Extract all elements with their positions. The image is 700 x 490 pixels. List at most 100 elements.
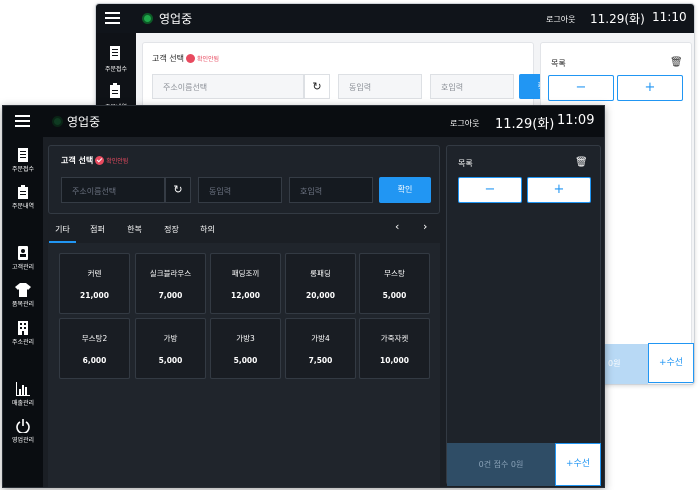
logout-button[interactable]: 로그아웃 [450, 118, 479, 129]
item-card[interactable]: 가죽자켓 10,000 [359, 318, 430, 379]
tab-etc[interactable]: 기타 [49, 219, 76, 243]
clipboard-icon[interactable] [108, 83, 122, 99]
list-panel: 목록 🗑 − + 0건 접수 0원 +수선 [446, 145, 601, 486]
decrease-button[interactable]: − [548, 75, 614, 101]
bar-chart-icon [16, 382, 30, 396]
front-window: 영업중 로그아웃 11.29(화) 11:09 주문접수 주문내역 고객관리 품… [2, 105, 605, 488]
nav-addresses[interactable]: 주소관리 [3, 321, 43, 346]
time-display: 11:10 [652, 10, 687, 24]
status-dot-icon [52, 116, 63, 127]
date-display: 11.29(화) [495, 117, 555, 132]
nav-orders[interactable]: 주문접수 [3, 148, 43, 173]
chevron-left-icon[interactable]: ‹ [395, 220, 399, 233]
top-bar: 영업중 로그아웃 11.29(화) 11:09 [3, 106, 604, 137]
order-total[interactable]: 0건 접수 0원 [447, 443, 555, 486]
hamburger-icon[interactable] [15, 115, 30, 127]
tab-suit[interactable]: 정장 [158, 219, 185, 243]
chevron-right-icon[interactable]: › [423, 220, 427, 233]
item-name: 무스탕2 [81, 334, 108, 343]
nav-sales[interactable]: 매출관리 [3, 382, 43, 407]
tab-jumper[interactable]: 점퍼 [84, 219, 111, 243]
refresh-icon[interactable]: ↻ [165, 177, 191, 203]
trash-icon[interactable]: 🗑 [575, 157, 588, 168]
total-display: 0원 [602, 344, 648, 384]
item-name: 커텐 [87, 269, 102, 278]
trash-icon[interactable]: 🗑 [670, 57, 683, 68]
item-card[interactable]: 가방3 5,000 [210, 318, 281, 379]
repair-add-button[interactable]: +수선 [555, 443, 601, 486]
power-icon [16, 419, 30, 433]
item-price: 20,000 [306, 291, 335, 300]
item-price: 12,000 [231, 291, 260, 300]
item-card[interactable]: 무스탕 5,000 [359, 253, 430, 314]
item-name: 롱패딩 [310, 269, 331, 278]
nav-label: 주문내역 [11, 203, 35, 210]
tab-bottoms[interactable]: 하의 [194, 219, 221, 243]
back-top-bar: 영업중 로그아웃 11.29(화) 11:10 [96, 4, 694, 33]
address-select[interactable]: 주소이름선택 [152, 74, 304, 99]
item-price: 7,500 [308, 356, 333, 365]
contact-icon [18, 246, 28, 260]
item-name: 패딩조끼 [231, 269, 260, 278]
item-price: 21,000 [80, 291, 109, 300]
repair-add-button[interactable]: +수선 [648, 343, 694, 383]
hamburger-icon[interactable] [105, 12, 120, 24]
ho-input[interactable]: 호입력 [430, 74, 514, 99]
customer-card: 고객 선택 확인안됨 주소이름선택 ↻ 동입력 호입력 확인 [48, 145, 440, 214]
back-customer-card: 고객 선택확인안됨 주소이름선택 ↻ 동입력 호입력 확인 [142, 42, 571, 108]
nav-history[interactable]: 주문내역 [3, 185, 43, 210]
time-display: 11:09 [557, 113, 595, 128]
confirm-button[interactable]: 확인 [379, 177, 431, 203]
increase-button[interactable]: + [527, 177, 591, 203]
customer-title: 고객 선택 확인안됨 [61, 155, 128, 166]
logout-button[interactable]: 로그아웃 [546, 14, 575, 25]
decrease-button[interactable]: − [458, 177, 522, 203]
nav-customers[interactable]: 고객관리 [3, 246, 43, 271]
nav-label: 품목관리 [11, 301, 35, 308]
item-name: 가방4 [311, 334, 330, 343]
item-card[interactable]: 실크블라우스 7,000 [135, 253, 206, 314]
item-card[interactable]: 무스탕2 6,000 [59, 318, 130, 379]
check-circle-icon [185, 54, 195, 63]
receipt-icon [18, 148, 28, 162]
tab-hanbok[interactable]: 한복 [121, 219, 148, 243]
item-card[interactable]: 커텐 21,000 [59, 253, 130, 314]
receipt-icon[interactable] [108, 45, 122, 61]
item-price: 5,000 [382, 291, 407, 300]
nav-label: 매출관리 [11, 400, 35, 407]
status-dot-icon [142, 13, 153, 24]
customer-title: 고객 선택 확인안됨 [152, 53, 219, 64]
refresh-icon[interactable]: ↻ [304, 74, 330, 99]
dong-input[interactable]: 동입력 [338, 74, 422, 99]
item-name: 가방3 [236, 334, 255, 343]
clipboard-icon [18, 185, 28, 199]
address-select[interactable]: 주소이름선택 [61, 177, 165, 203]
item-name: 무스탕 [384, 269, 405, 278]
item-card[interactable]: 가방 5,000 [135, 318, 206, 379]
category-tabs: 기타 점퍼 한복 정장 하의 ‹ › [47, 219, 441, 243]
check-circle-icon [95, 156, 105, 165]
item-name: 가죽자켓 [380, 334, 409, 343]
nav-products[interactable]: 품목관리 [3, 283, 43, 308]
business-status[interactable]: 영업중 [67, 113, 100, 130]
screenshot-stage: 영업중 로그아웃 11.29(화) 11:10 주문접수 주문내역 고객 선택확… [0, 0, 700, 490]
ho-input[interactable]: 호입력 [289, 177, 373, 203]
item-card[interactable]: 롱패딩 20,000 [285, 253, 356, 314]
dong-input[interactable]: 동입력 [198, 177, 282, 203]
customer-title-text: 고객 선택 [152, 54, 184, 63]
nav-label: 고객관리 [11, 264, 35, 271]
item-name: 가방 [163, 334, 178, 343]
nav-business[interactable]: 영업관리 [3, 419, 43, 444]
list-title: 목록 [551, 59, 566, 68]
shirt-icon [15, 283, 31, 297]
list-title: 목록 [458, 159, 473, 168]
business-status[interactable]: 영업중 [159, 10, 192, 27]
nav-label: 주소관리 [11, 339, 35, 346]
date-display: 11.29(화) [590, 12, 645, 26]
increase-button[interactable]: + [617, 75, 683, 101]
unconfirmed-badge: 확인안됨 [106, 158, 129, 165]
sidebar-label-orders[interactable]: 주문접수 [96, 64, 136, 73]
item-card[interactable]: 패딩조끼 12,000 [210, 253, 281, 314]
sidebar: 주문접수 주문내역 고객관리 품목관리 주소관리 매출관리 영업관리 [3, 137, 43, 487]
item-card[interactable]: 가방4 7,500 [285, 318, 356, 379]
